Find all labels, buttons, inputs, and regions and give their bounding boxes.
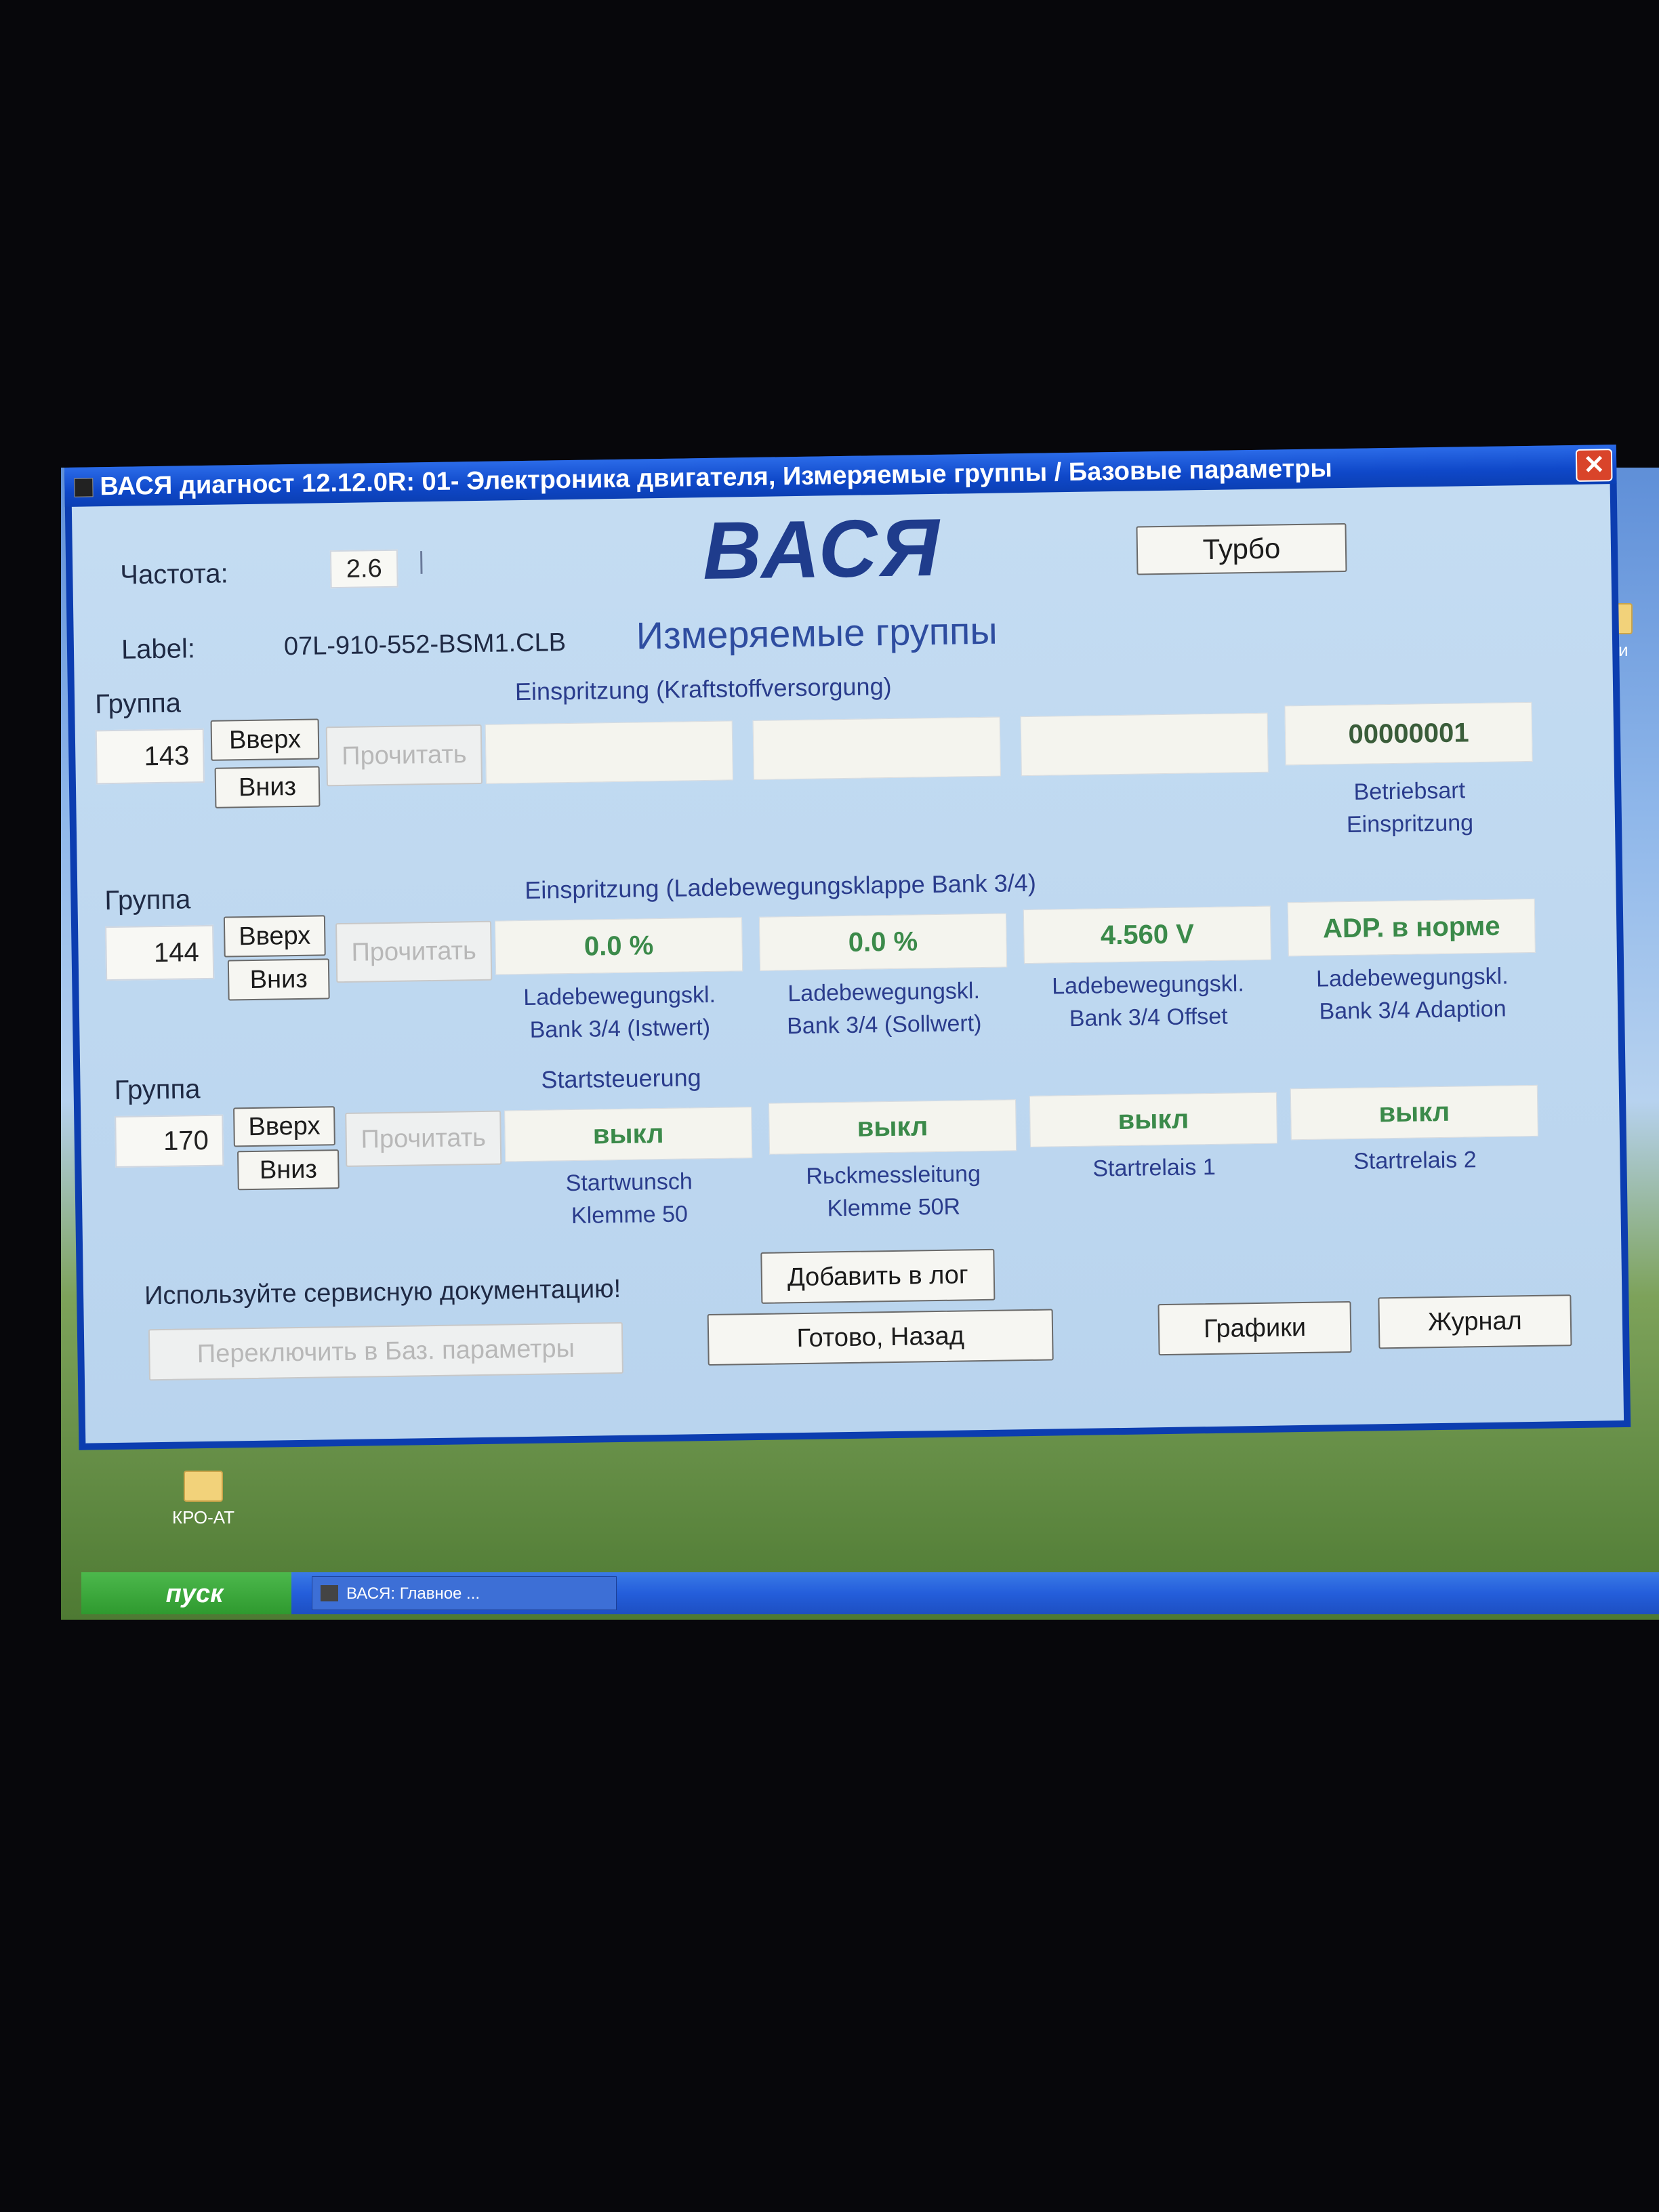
start-button[interactable]: пуск: [81, 1572, 291, 1614]
group-header: Einspritzung (Ladebewegungsklappe Bank 3…: [525, 868, 1037, 904]
folder-icon: [184, 1471, 223, 1502]
value-caption-1: Startwunsch Klemme 50: [565, 1168, 693, 1229]
read-button[interactable]: Прочитать: [345, 1110, 502, 1167]
value-caption-4: Ladebewegungskl. Bank 3/4 Adaption: [1315, 963, 1509, 1025]
read-button[interactable]: Прочитать: [335, 920, 493, 983]
up-button[interactable]: Вверх: [233, 1106, 335, 1147]
down-button[interactable]: Вниз: [214, 766, 321, 808]
close-button[interactable]: ✕: [1575, 449, 1613, 482]
window-client: Частота: 2.6 | ВАСЯ Турбо Label: 07L-910…: [71, 484, 1624, 1443]
value-field-3: 4.560 V: [1023, 905, 1271, 964]
down-button[interactable]: Вниз: [237, 1149, 340, 1191]
service-note: Используйте сервисную документацию!: [144, 1274, 621, 1311]
value-caption-4: Betriebsart Einspritzung: [1346, 777, 1474, 838]
value-field-1: [485, 720, 733, 784]
value-field-2: выкл: [769, 1099, 1017, 1155]
value-caption-1: Ladebewegungskl. Bank 3/4 (Istwert): [523, 981, 716, 1043]
group-label: Группа: [114, 1074, 201, 1106]
value-caption-3: Startrelais 1: [1092, 1153, 1216, 1182]
value-field-2: 0.0 %: [758, 913, 1008, 971]
group-number-input[interactable]: 144: [105, 924, 215, 981]
page-subtitle: Измеряемые группы: [636, 609, 998, 657]
freq-value: 2.6: [329, 549, 398, 589]
value-field-3: выкл: [1029, 1092, 1277, 1147]
label-value: 07L-910-552-BSM1.CLB: [283, 628, 567, 661]
up-button[interactable]: Вверх: [210, 718, 320, 761]
read-button[interactable]: Прочитать: [325, 724, 483, 787]
desktop-icon-kro-at[interactable]: КРО-АТ: [149, 1471, 258, 1528]
value-field-2: [752, 716, 1001, 780]
app-icon: [74, 478, 94, 497]
journal-button[interactable]: Журнал: [1378, 1294, 1572, 1349]
label-caption: Label:: [121, 634, 196, 665]
desktop-icon-kro-at-label: КРО-АТ: [172, 1507, 234, 1528]
group-label: Группа: [104, 884, 191, 916]
group-number-input[interactable]: 143: [95, 728, 205, 785]
freq-marker: |: [417, 546, 425, 575]
taskbar-item-vasya[interactable]: ВАСЯ: Главное ...: [312, 1576, 617, 1610]
graphs-button[interactable]: Графики: [1158, 1300, 1352, 1356]
down-button[interactable]: Вниз: [227, 958, 330, 1001]
vasya-logo: ВАСЯ: [701, 501, 943, 597]
turbo-button[interactable]: Турбо: [1136, 523, 1347, 575]
value-caption-4: Startrelais 2: [1353, 1147, 1477, 1174]
up-button[interactable]: Вверх: [223, 915, 326, 958]
app-icon: [321, 1585, 338, 1601]
value-caption-3: Ladebewegungskl. Bank 3/4 Offset: [1051, 970, 1245, 1032]
value-field-3: [1020, 712, 1269, 777]
freq-label: Частота:: [120, 558, 229, 590]
group-header: Startsteuerung: [541, 1063, 701, 1094]
taskbar-item-label: ВАСЯ: Главное ...: [346, 1584, 480, 1603]
value-field-4: ADP. в норме: [1287, 898, 1536, 957]
taskbar: пуск ВАСЯ: Главное ...: [81, 1572, 1659, 1614]
group-number-input[interactable]: 170: [115, 1114, 224, 1168]
value-caption-2: Rьckmessleitung Klemme 50R: [805, 1161, 981, 1222]
value-field-4: 00000001: [1284, 701, 1533, 766]
group-label: Группа: [94, 688, 182, 720]
value-caption-2: Ladebewegungskl. Bank 3/4 (Sollwert): [786, 978, 982, 1040]
value-field-1: 0.0 %: [494, 917, 743, 975]
value-field-4: выкл: [1290, 1084, 1538, 1141]
add-to-log-button[interactable]: Добавить в лог: [760, 1248, 996, 1304]
group-header: Einspritzung (Kraftstoffversorgung): [514, 672, 892, 706]
done-back-button[interactable]: Готово, Назад: [707, 1309, 1054, 1366]
switch-basic-params-button[interactable]: Переключить в Баз. параметры: [148, 1322, 623, 1381]
main-window: ВАСЯ диагност 12.12.0R: 01- Электроника …: [64, 445, 1631, 1450]
value-field-1: выкл: [504, 1107, 753, 1162]
